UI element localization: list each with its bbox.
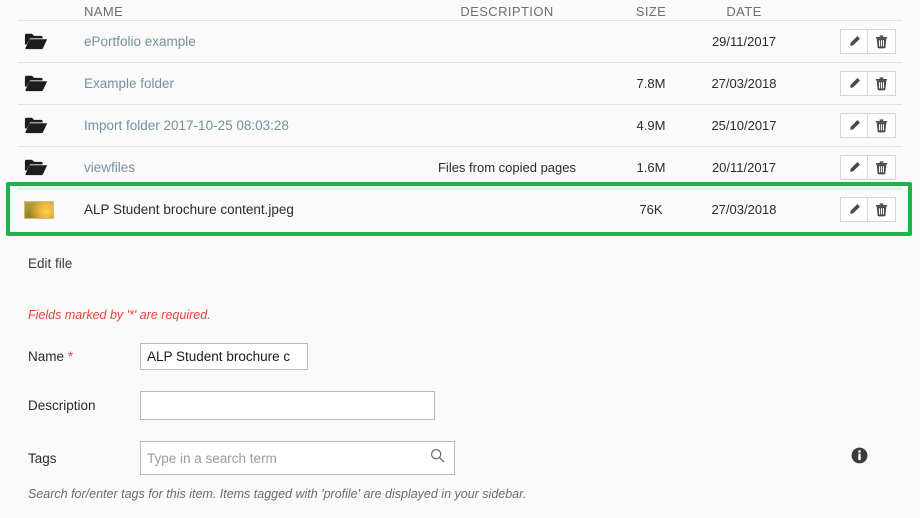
form-row-tags: Tags [28,441,892,475]
cell-actions [798,197,902,222]
column-header-date: DATE [726,5,762,18]
cell-size: 4.9M [636,118,666,133]
row-action-group [840,155,896,180]
cell-size: 1.6M [636,160,666,175]
pencil-icon [848,203,861,216]
folder-icon [18,32,84,51]
table-row[interactable]: ALP Student brochure content.jpeg 76K 27/0… [18,188,902,230]
table-row[interactable]: Import folder 2017-10-25 08:03:28 4.9M 25/… [18,104,902,146]
table-header-row: NAME DESCRIPTION SIZE DATE [0,0,920,20]
info-icon[interactable] [851,447,868,469]
tags-input-wrapper [140,441,455,475]
trash-icon [875,202,888,217]
table-row[interactable]: ePortfolio example 29/11/2017 [18,20,902,62]
edit-button[interactable] [840,197,868,222]
cell-date: 29/11/2017 [711,34,777,49]
pencil-icon [848,77,861,90]
trash-icon [875,34,888,49]
name-label: Name * [28,349,140,364]
pencil-icon [848,119,861,132]
file-name-text: ALP Student brochure content.jpeg [84,201,294,217]
trash-icon [875,160,888,175]
table-row[interactable]: Example folder 7.8M 27/03/2018 [18,62,902,104]
tags-search-input[interactable] [140,441,455,475]
cell-date: 25/10/2017 [711,118,777,133]
description-field[interactable] [140,391,435,420]
delete-button[interactable] [868,29,896,54]
row-action-group [840,71,896,96]
edit-button[interactable] [840,155,868,180]
table-body: ePortfolio example 29/11/2017 Example fold… [0,20,920,230]
trash-icon [875,76,888,91]
cell-name: Import folder 2017-10-25 08:03:28 [84,117,402,135]
cell-name: ePortfolio example [84,33,402,51]
file-name-link[interactable]: Example folder [84,76,174,91]
description-label: Description [28,398,96,413]
row-action-group [840,113,896,138]
row-action-group [840,197,896,222]
folder-icon [18,158,84,177]
name-label-text: Name [28,349,65,364]
form-row-description: Description [28,391,892,420]
row-action-group [840,29,896,54]
folder-icon [18,74,84,93]
cell-description: Files from copied pages [437,160,576,175]
file-name-link[interactable]: Import folder 2017-10-25 08:03:28 [84,118,289,133]
pencil-icon [848,161,861,174]
tags-label: Tags [28,450,57,466]
cell-actions [798,113,902,138]
edit-button[interactable] [840,113,868,138]
file-name-link[interactable]: ePortfolio example [84,34,196,49]
delete-button[interactable] [868,155,896,180]
delete-button[interactable] [868,197,896,222]
cell-actions [798,29,902,54]
file-manager-page: NAME DESCRIPTION SIZE DATE ePortfolio ex… [0,0,920,518]
cell-date: 20/11/2017 [711,160,777,175]
required-fields-note: Fields marked by '*' are required. [28,308,211,322]
column-header-name: NAME [84,5,124,18]
trash-icon [875,118,888,133]
cell-name: Example folder [84,75,402,93]
tags-help-text: Search for/enter tags for this item. Ite… [28,487,527,501]
form-row-name: Name * [28,343,892,370]
column-header-description: DESCRIPTION [460,5,554,18]
cell-size: 7.8M [636,76,666,91]
cell-date: 27/03/2018 [711,76,777,91]
name-field[interactable] [140,343,308,370]
cell-name: viewfiles [84,159,402,177]
cell-name: ALP Student brochure content.jpeg [84,201,402,219]
file-table: NAME DESCRIPTION SIZE DATE ePortfolio ex… [0,0,920,230]
name-required-marker: * [67,349,74,364]
form-legend: Edit file [28,256,73,271]
delete-button[interactable] [868,71,896,96]
file-thumbnail-icon [18,200,84,219]
column-header-size: SIZE [635,5,667,18]
table-row[interactable]: viewfiles Files from copied pages 1.6M 20/1… [18,146,902,188]
cell-size: 76K [639,202,663,217]
cell-actions [798,155,902,180]
cell-actions [798,71,902,96]
delete-button[interactable] [868,113,896,138]
folder-icon [18,116,84,135]
edit-button[interactable] [840,71,868,96]
edit-button[interactable] [840,29,868,54]
file-name-link[interactable]: viewfiles [84,160,135,175]
cell-date: 27/03/2018 [711,202,777,217]
pencil-icon [848,35,861,48]
edit-file-form: Edit file Fields marked by '*' are requi… [0,240,920,501]
